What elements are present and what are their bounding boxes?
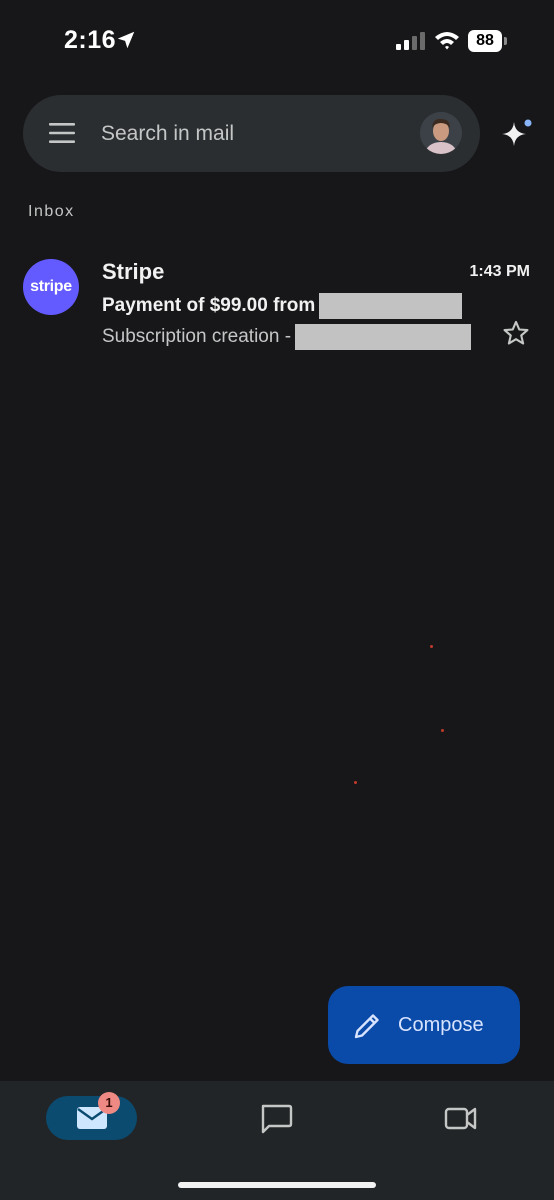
- profile-photo-icon: [420, 112, 462, 154]
- email-subject: Payment of $99.00 from: [102, 295, 316, 316]
- unread-badge: 1: [98, 1092, 120, 1114]
- home-indicator[interactable]: [178, 1182, 376, 1188]
- battery-tip: [504, 37, 507, 45]
- wifi-icon: [435, 32, 459, 50]
- red-dot: [354, 781, 357, 784]
- red-dot: [441, 729, 444, 732]
- email-subject-row: Payment of $99.00 from: [102, 292, 463, 320]
- compose-button[interactable]: Compose: [328, 986, 520, 1064]
- video-camera-icon[interactable]: [443, 1103, 479, 1133]
- cellular-signal-icon: [396, 32, 425, 50]
- redacted-block: [319, 293, 463, 319]
- pencil-icon: [354, 1014, 379, 1039]
- gemini-sparkle-icon[interactable]: [498, 116, 534, 152]
- battery-level: 88: [468, 30, 502, 52]
- compose-label: Compose: [398, 1014, 484, 1036]
- search-bar[interactable]: Search in mail: [23, 95, 480, 172]
- email-snippet: Subscription creation -: [102, 326, 292, 347]
- battery-indicator: 88: [468, 30, 508, 52]
- star-icon[interactable]: [502, 319, 530, 347]
- inbox-label: Inbox: [28, 203, 75, 220]
- redacted-block: [295, 324, 472, 350]
- email-sender: Stripe: [102, 259, 165, 284]
- chat-icon[interactable]: [258, 1102, 294, 1136]
- status-time: 2:16: [64, 26, 117, 54]
- sender-avatar[interactable]: stripe: [23, 259, 79, 315]
- search-input[interactable]: Search in mail: [101, 95, 234, 172]
- hamburger-menu-icon[interactable]: [49, 123, 75, 143]
- location-arrow-icon: [117, 31, 135, 49]
- email-time: 1:43 PM: [469, 263, 530, 280]
- red-dot: [430, 645, 433, 648]
- email-snippet-row: Subscription creation -: [102, 322, 472, 352]
- account-avatar[interactable]: [420, 112, 462, 154]
- nav-mail-tab[interactable]: 1: [46, 1092, 137, 1140]
- email-list-item[interactable]: stripe Stripe 1:43 PM Payment of $99.00 …: [0, 244, 554, 354]
- gmail-inbox-screen: 2:16 88 Search in mail Inbox stripe Stri…: [0, 0, 554, 1200]
